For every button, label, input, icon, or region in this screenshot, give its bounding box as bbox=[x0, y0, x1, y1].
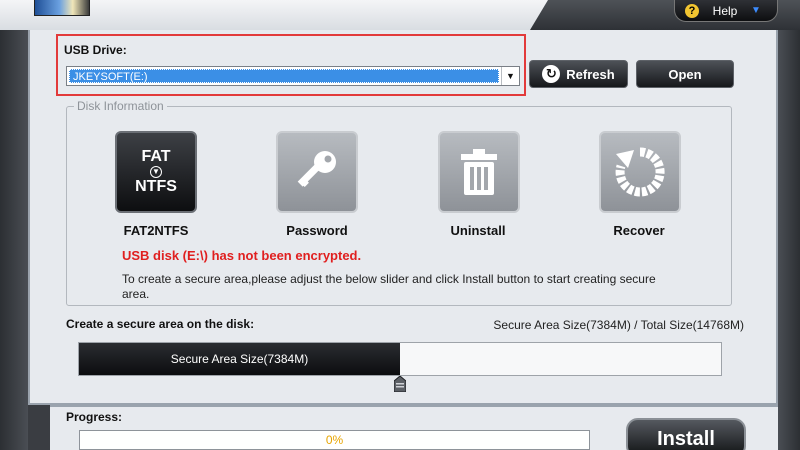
progress-value: 0% bbox=[325, 433, 344, 447]
recover-tool-button[interactable] bbox=[599, 131, 681, 213]
slider-fill: Secure Area Size(7384M) bbox=[79, 343, 400, 375]
ntfs-text: NTFS bbox=[135, 178, 177, 195]
dropdown-arrow-icon[interactable]: ▼ bbox=[501, 67, 519, 85]
uninstall-label: Uninstall bbox=[450, 223, 506, 238]
slider-label: Secure Area Size(7384M) bbox=[170, 352, 309, 366]
recover-icon bbox=[615, 147, 665, 197]
progress-label: Progress: bbox=[66, 410, 123, 424]
open-button[interactable]: Open bbox=[636, 60, 734, 88]
fat-to-ntfs-icon: FAT ▼ NTFS bbox=[135, 148, 177, 196]
refresh-icon: ↻ bbox=[542, 65, 561, 83]
recover-label: Recover bbox=[613, 223, 665, 238]
refresh-label: Refresh bbox=[566, 66, 615, 82]
fat2ntfs-label: FAT2NTFS bbox=[123, 223, 189, 238]
key-icon bbox=[297, 151, 336, 187]
arrow-down-icon: ▼ bbox=[150, 166, 162, 178]
uninstall-tool-button[interactable] bbox=[438, 131, 520, 213]
fat-text: FAT bbox=[141, 148, 171, 165]
secure-area-sizes: Secure Area Size(7384M) / Total Size(147… bbox=[493, 318, 744, 332]
frame-left bbox=[0, 30, 28, 450]
secure-area-title: Create a secure area on the disk: bbox=[66, 317, 255, 331]
usb-drive-label: USB Drive: bbox=[64, 43, 127, 57]
frame-right bbox=[778, 30, 800, 450]
password-tool-button[interactable] bbox=[276, 131, 358, 213]
usb-drive-selected-value: JKEYSOFT(E:) bbox=[69, 69, 499, 83]
question-icon: ? bbox=[685, 3, 699, 18]
open-label: Open bbox=[668, 66, 702, 82]
help-label: Help bbox=[712, 3, 738, 18]
chevron-down-icon: ▼ bbox=[751, 5, 761, 16]
refresh-button[interactable]: ↻ Refresh bbox=[529, 60, 628, 88]
fat2ntfs-tool-button[interactable]: FAT ▼ NTFS bbox=[115, 131, 197, 213]
password-label: Password bbox=[286, 223, 348, 238]
usb-drive-select[interactable]: JKEYSOFT(E:) ▼ bbox=[66, 66, 520, 86]
help-button[interactable]: ? Help ▼ bbox=[674, 0, 778, 22]
disk-information-title: Disk Information bbox=[74, 99, 167, 113]
app-logo bbox=[34, 0, 90, 16]
slider-handle[interactable] bbox=[394, 376, 406, 392]
secure-area-slider[interactable]: Secure Area Size(7384M) bbox=[78, 342, 722, 376]
install-button[interactable]: Install bbox=[626, 418, 746, 450]
install-label: Install bbox=[657, 428, 715, 450]
trash-icon bbox=[461, 149, 497, 195]
instruction-text: To create a secure area,please adjust th… bbox=[122, 272, 656, 301]
progress-bar: 0% bbox=[79, 430, 590, 450]
encryption-warning: USB disk (E:\) has not been encrypted. bbox=[122, 248, 362, 263]
